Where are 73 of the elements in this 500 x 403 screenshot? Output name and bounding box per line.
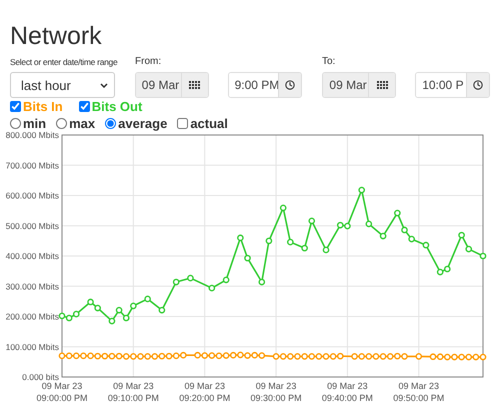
data-point [380, 232, 386, 240]
data-point [108, 318, 116, 324]
data-point [394, 210, 401, 216]
data-point [366, 220, 372, 228]
to-label: To: [322, 56, 336, 68]
data-point [222, 276, 230, 284]
radio-label: average [118, 116, 168, 130]
data-point [208, 284, 216, 292]
data-point [172, 278, 180, 286]
clock-button[interactable] [278, 73, 302, 97]
x-axis-label: 09 Mar 23 09:20:00 PM [179, 381, 230, 403]
data-point [130, 302, 137, 310]
data-point [322, 246, 330, 254]
x-axis-label: 09 Mar 23 09:10:00 PM [108, 381, 159, 403]
data-point [308, 218, 316, 224]
page-title: Network [10, 21, 103, 52]
x-axis-label: 09 Mar 23 09:50:00 PM [393, 381, 444, 403]
data-point [258, 278, 266, 286]
from-label: From: [135, 56, 162, 68]
chevron-down-icon [100, 82, 108, 88]
data-point [415, 353, 422, 360]
y-axis-label: 700.000 Mbits [6, 160, 59, 170]
data-point [301, 244, 308, 252]
range-select[interactable]: last hour [10, 72, 115, 98]
radio-button[interactable] [56, 118, 68, 128]
calendar-icon [376, 81, 388, 89]
time-field[interactable]: 9:00 PM [228, 72, 302, 98]
data-point [408, 236, 415, 242]
data-point [158, 306, 166, 314]
y-axis-label: 0.000 bits [22, 372, 59, 382]
y-axis-label: 500.000 Mbits [6, 220, 59, 231]
x-axis-label: 09 Mar 23 09:30:00 PM [250, 381, 302, 403]
data-point [287, 238, 294, 246]
y-axis-label: 100.000 Mbits [6, 342, 59, 352]
checkbox[interactable] [78, 101, 90, 112]
x-axis-label: 09 Mar 23 09:40:00 PM [322, 381, 373, 403]
data-point [422, 242, 430, 248]
calendar-button[interactable] [180, 73, 208, 97]
y-axis-label: 300.000 Mbits [6, 281, 59, 292]
data-point [358, 186, 365, 194]
radio-button[interactable] [105, 118, 116, 128]
data-point [244, 254, 251, 262]
time-field[interactable]: 10:00 P [415, 72, 490, 98]
calendar-button[interactable] [368, 73, 396, 97]
y-axis-label: 800.000 Mbits [6, 131, 59, 140]
y-axis-label: 200.000 Mbits [6, 312, 59, 322]
data-point [458, 232, 465, 238]
data-point [266, 238, 272, 244]
radio-button[interactable] [10, 118, 21, 128]
checkbox[interactable] [10, 101, 21, 112]
clock-icon [285, 80, 296, 90]
data-point [401, 226, 408, 234]
data-point [280, 204, 286, 212]
clock-button[interactable] [466, 73, 490, 97]
date-field[interactable]: 09 Mar [322, 72, 396, 98]
series-toggle-label: Bits In [23, 99, 63, 114]
data-point [144, 296, 151, 302]
clock-icon [473, 80, 484, 90]
checkbox-label: actual [190, 116, 228, 130]
radio-label: min [23, 116, 46, 130]
series-toggle-label: Bits Out [92, 99, 142, 114]
data-point [237, 234, 244, 242]
data-point [480, 252, 486, 260]
y-axis-label: 600.000 Mbits [6, 190, 59, 200]
data-point [465, 246, 472, 252]
calendar-icon [189, 81, 200, 89]
date-field[interactable]: 09 Mar [134, 72, 209, 98]
range-label: Select or enter date/time range [10, 56, 118, 68]
y-axis-label: 400.000 Mbits [6, 251, 59, 261]
checkbox[interactable] [177, 118, 188, 128]
x-axis-label: 09 Mar 23 09:00:00 PM [36, 381, 88, 403]
data-point [187, 274, 194, 282]
radio-label: max [69, 116, 96, 130]
